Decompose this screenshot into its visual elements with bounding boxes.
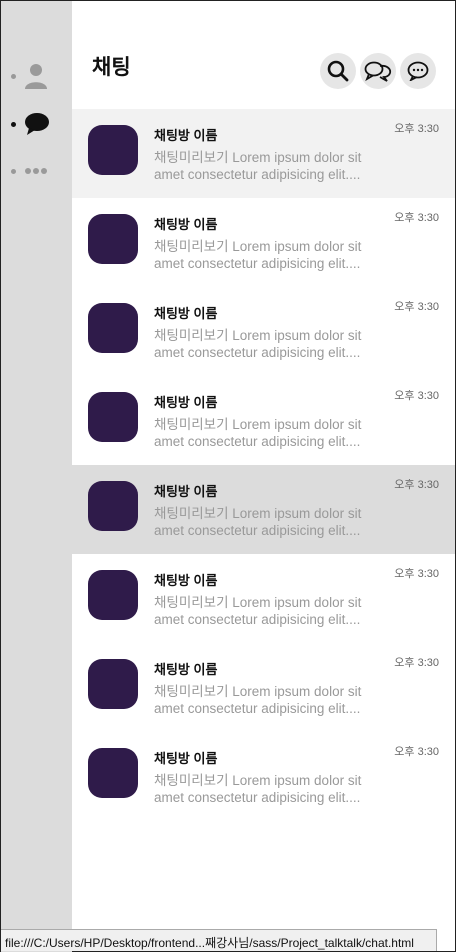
sidebar-item-more[interactable] xyxy=(11,156,61,186)
chat-row[interactable]: 채팅방 이름 채팅미리보기 Lorem ipsum dolor sit amet… xyxy=(72,465,455,554)
chat-room-name: 채팅방 이름 xyxy=(154,128,218,143)
chat-time: 오후 3:30 xyxy=(394,212,439,224)
sidebar xyxy=(1,1,72,952)
avatar xyxy=(88,214,138,264)
chat-room-name: 채팅방 이름 xyxy=(154,751,218,766)
avatar xyxy=(88,303,138,353)
search-button[interactable] xyxy=(320,53,356,89)
new-chat-icon xyxy=(407,61,429,81)
chat-time: 오후 3:30 xyxy=(394,479,439,491)
sidebar-item-chats[interactable] xyxy=(11,109,61,139)
chat-row[interactable]: 채팅방 이름 채팅미리보기 Lorem ipsum dolor sit amet… xyxy=(72,198,455,287)
avatar xyxy=(88,392,138,442)
chat-row[interactable]: 채팅방 이름 채팅미리보기 Lorem ipsum dolor sit amet… xyxy=(72,643,455,732)
indicator-dot xyxy=(11,73,16,79)
chat-row[interactable]: 채팅방 이름 채팅미리보기 Lorem ipsum dolor sit amet… xyxy=(72,554,455,643)
chat-preview: 채팅미리보기 Lorem ipsum dolor sit amet consec… xyxy=(154,773,362,805)
new-chat-button[interactable] xyxy=(400,53,436,89)
indicator-dot xyxy=(11,168,16,174)
chat-time: 오후 3:30 xyxy=(394,390,439,402)
sidebar-item-friends[interactable] xyxy=(11,61,61,91)
chat-time: 오후 3:30 xyxy=(394,301,439,313)
chat-bubble-icon xyxy=(25,113,49,135)
chat-list: 채팅방 이름 채팅미리보기 Lorem ipsum dolor sit amet… xyxy=(72,109,455,821)
chat-room-name: 채팅방 이름 xyxy=(154,484,218,499)
chat-room-name: 채팅방 이름 xyxy=(154,573,218,588)
chat-time: 오후 3:30 xyxy=(394,657,439,669)
indicator-dot xyxy=(11,121,16,127)
chat-room-name: 채팅방 이름 xyxy=(154,395,218,410)
person-icon xyxy=(25,64,47,89)
chat-time: 오후 3:30 xyxy=(394,123,439,135)
chat-row[interactable]: 채팅방 이름 채팅미리보기 Lorem ipsum dolor sit amet… xyxy=(72,376,455,465)
avatar xyxy=(88,748,138,798)
status-bar-url: file:///C:/Users/HP/Desktop/frontend...째… xyxy=(1,929,437,951)
chat-time: 오후 3:30 xyxy=(394,746,439,758)
chat-time: 오후 3:30 xyxy=(394,568,439,580)
chat-list-panel: 채팅 채팅방 이름 채팅미리보기 Lorem ipsum dolor sit a… xyxy=(72,1,455,951)
chat-row[interactable]: 채팅방 이름 채팅미리보기 Lorem ipsum dolor sit amet… xyxy=(72,287,455,376)
chat-row[interactable]: 채팅방 이름 채팅미리보기 Lorem ipsum dolor sit amet… xyxy=(72,109,455,198)
search-icon xyxy=(327,60,349,82)
chat-room-name: 채팅방 이름 xyxy=(154,306,218,321)
avatar xyxy=(88,481,138,531)
chat-preview: 채팅미리보기 Lorem ipsum dolor sit amet consec… xyxy=(154,595,362,627)
more-dots-icon xyxy=(25,168,47,174)
avatar xyxy=(88,125,138,175)
chat-preview: 채팅미리보기 Lorem ipsum dolor sit amet consec… xyxy=(154,150,362,182)
chat-row[interactable]: 채팅방 이름 채팅미리보기 Lorem ipsum dolor sit amet… xyxy=(72,732,455,821)
header: 채팅 xyxy=(72,1,455,109)
chat-preview: 채팅미리보기 Lorem ipsum dolor sit amet consec… xyxy=(154,417,362,449)
chat-preview: 채팅미리보기 Lorem ipsum dolor sit amet consec… xyxy=(154,328,362,360)
page-title: 채팅 xyxy=(92,56,131,79)
chat-preview: 채팅미리보기 Lorem ipsum dolor sit amet consec… xyxy=(154,684,362,716)
open-chat-icon xyxy=(364,61,392,82)
chat-room-name: 채팅방 이름 xyxy=(154,662,218,677)
open-chat-button[interactable] xyxy=(360,53,396,89)
chat-preview: 채팅미리보기 Lorem ipsum dolor sit amet consec… xyxy=(154,239,362,271)
chat-preview: 채팅미리보기 Lorem ipsum dolor sit amet consec… xyxy=(154,506,362,538)
avatar xyxy=(88,570,138,620)
avatar xyxy=(88,659,138,709)
chat-room-name: 채팅방 이름 xyxy=(154,217,218,232)
